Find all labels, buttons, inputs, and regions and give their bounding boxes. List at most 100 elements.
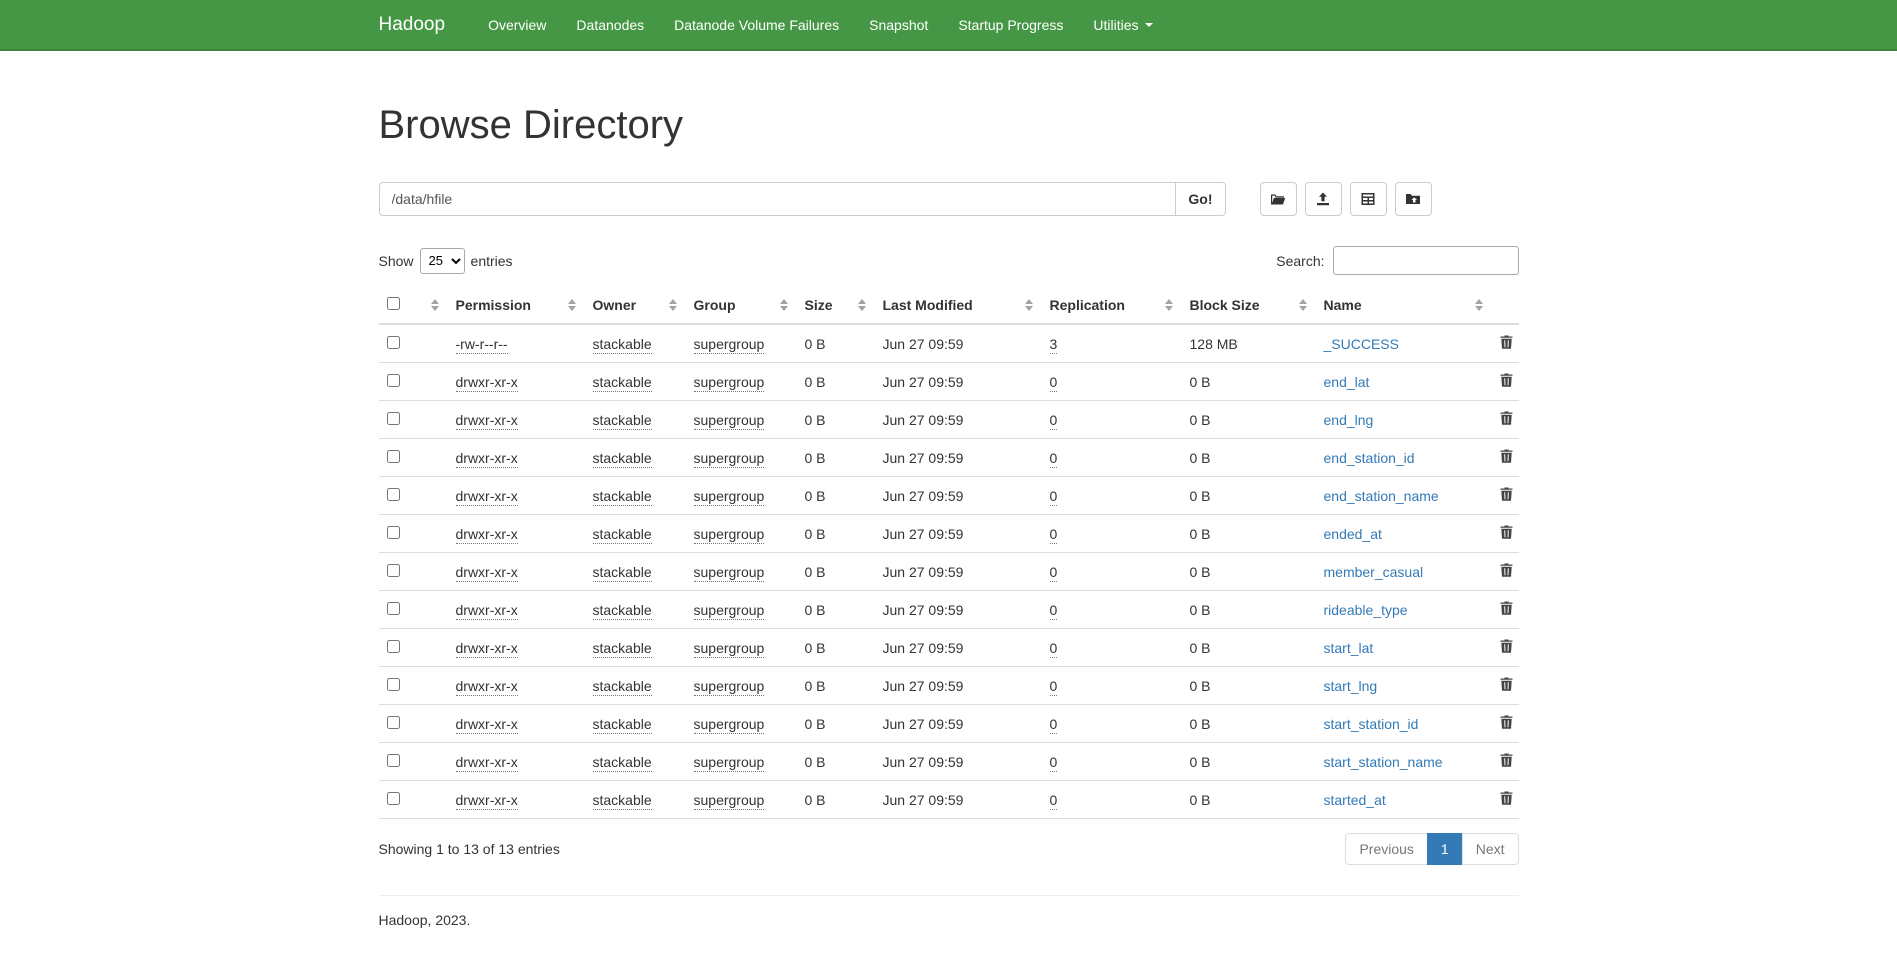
group-value[interactable]: supergroup [694,526,765,544]
row-checkbox[interactable] [387,640,400,653]
brand-hadoop[interactable]: Hadoop [379,14,446,36]
file-name-link[interactable]: _SUCCESS [1324,336,1399,352]
permission-value[interactable]: drwxr-xr-x [456,792,518,810]
owner-value[interactable]: stackable [593,792,652,810]
nav-item-datanode-volume-failures[interactable]: Datanode Volume Failures [659,0,854,49]
header-select-all[interactable] [379,287,448,324]
upload-file-button[interactable] [1305,182,1342,216]
file-name-link[interactable]: start_lng [1324,678,1378,694]
file-name-link[interactable]: start_station_id [1324,716,1419,732]
file-name-link[interactable]: ended_at [1324,526,1382,542]
file-name-link[interactable]: start_lat [1324,640,1374,656]
file-name-link[interactable]: start_station_name [1324,754,1443,770]
select-all-checkbox[interactable] [387,297,400,310]
directory-path-input[interactable] [379,182,1177,216]
search-input[interactable] [1333,246,1519,275]
row-checkbox[interactable] [387,374,400,387]
owner-value[interactable]: stackable [593,754,652,772]
owner-value[interactable]: stackable [593,412,652,430]
delete-button[interactable] [1500,677,1513,694]
permission-value[interactable]: -rw-r--r-- [456,336,508,354]
group-value[interactable]: supergroup [694,374,765,392]
permission-value[interactable]: drwxr-xr-x [456,488,518,506]
replication-value[interactable]: 0 [1050,754,1058,772]
group-value[interactable]: supergroup [694,792,765,810]
replication-value[interactable]: 0 [1050,792,1058,810]
nav-item-startup-progress[interactable]: Startup Progress [943,0,1078,49]
paste-into-folder-button[interactable] [1395,182,1432,216]
file-name-link[interactable]: end_station_name [1324,488,1439,504]
permission-value[interactable]: drwxr-xr-x [456,412,518,430]
delete-button[interactable] [1500,753,1513,770]
row-checkbox[interactable] [387,564,400,577]
pagination-next[interactable]: Next [1462,833,1519,865]
file-name-link[interactable]: end_lng [1324,412,1374,428]
group-value[interactable]: supergroup [694,602,765,620]
row-checkbox[interactable] [387,792,400,805]
group-value[interactable]: supergroup [694,716,765,734]
header-group[interactable]: Group [686,287,797,324]
group-value[interactable]: supergroup [694,754,765,772]
group-value[interactable]: supergroup [694,412,765,430]
replication-value[interactable]: 0 [1050,678,1058,696]
permission-value[interactable]: drwxr-xr-x [456,564,518,582]
owner-value[interactable]: stackable [593,640,652,658]
file-name-link[interactable]: end_station_id [1324,450,1415,466]
delete-button[interactable] [1500,335,1513,352]
pagination-previous[interactable]: Previous [1345,833,1427,865]
entries-per-page-select[interactable]: 25 [420,248,465,274]
permission-value[interactable]: drwxr-xr-x [456,678,518,696]
header-permission[interactable]: Permission [448,287,585,324]
group-value[interactable]: supergroup [694,336,765,354]
delete-button[interactable] [1500,563,1513,580]
owner-value[interactable]: stackable [593,564,652,582]
file-name-link[interactable]: end_lat [1324,374,1370,390]
delete-button[interactable] [1500,449,1513,466]
replication-value[interactable]: 0 [1050,526,1058,544]
nav-item-datanodes[interactable]: Datanodes [561,0,659,49]
row-checkbox[interactable] [387,336,400,349]
header-owner[interactable]: Owner [585,287,686,324]
pagination-page-1[interactable]: 1 [1427,833,1463,865]
owner-value[interactable]: stackable [593,336,652,354]
permission-value[interactable]: drwxr-xr-x [456,754,518,772]
replication-value[interactable]: 0 [1050,412,1058,430]
header-name[interactable]: Name [1316,287,1492,324]
owner-value[interactable]: stackable [593,526,652,544]
permission-value[interactable]: drwxr-xr-x [456,640,518,658]
nav-item-snapshot[interactable]: Snapshot [854,0,943,49]
replication-value[interactable]: 0 [1050,602,1058,620]
header-block-size[interactable]: Block Size [1182,287,1316,324]
replication-value[interactable]: 0 [1050,716,1058,734]
delete-button[interactable] [1500,601,1513,618]
cut-paste-grid-button[interactable] [1350,182,1387,216]
row-checkbox[interactable] [387,716,400,729]
go-button[interactable]: Go! [1176,182,1225,216]
owner-value[interactable]: stackable [593,678,652,696]
group-value[interactable]: supergroup [694,488,765,506]
row-checkbox[interactable] [387,526,400,539]
replication-value[interactable]: 0 [1050,640,1058,658]
file-name-link[interactable]: started_at [1324,792,1386,808]
replication-value[interactable]: 0 [1050,564,1058,582]
replication-value[interactable]: 0 [1050,374,1058,392]
permission-value[interactable]: drwxr-xr-x [456,716,518,734]
delete-button[interactable] [1500,373,1513,390]
file-name-link[interactable]: rideable_type [1324,602,1408,618]
delete-button[interactable] [1500,791,1513,808]
delete-button[interactable] [1500,487,1513,504]
group-value[interactable]: supergroup [694,564,765,582]
delete-button[interactable] [1500,715,1513,732]
replication-value[interactable]: 3 [1050,336,1058,354]
group-value[interactable]: supergroup [694,450,765,468]
replication-value[interactable]: 0 [1050,450,1058,468]
header-last-modified[interactable]: Last Modified [875,287,1042,324]
row-checkbox[interactable] [387,602,400,615]
delete-button[interactable] [1500,411,1513,428]
row-checkbox[interactable] [387,450,400,463]
group-value[interactable]: supergroup [694,678,765,696]
row-checkbox[interactable] [387,488,400,501]
permission-value[interactable]: drwxr-xr-x [456,374,518,392]
permission-value[interactable]: drwxr-xr-x [456,526,518,544]
permission-value[interactable]: drwxr-xr-x [456,450,518,468]
